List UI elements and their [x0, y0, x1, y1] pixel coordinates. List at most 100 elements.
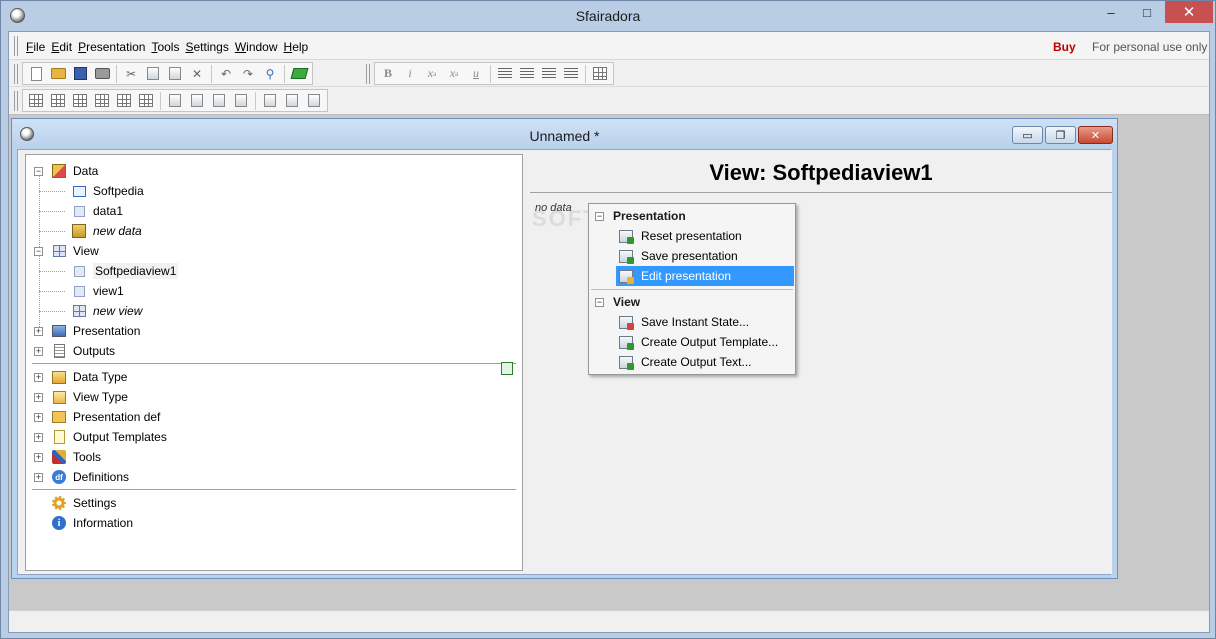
tree-item-softpedia[interactable]: Softpedia: [71, 181, 144, 201]
document-window: Unnamed * ▭ ❐ ✕ − Data Softpedia data1 n…: [11, 118, 1118, 579]
close-button[interactable]: ✕: [1165, 1, 1213, 23]
save-button[interactable]: [69, 64, 91, 84]
tree-item-definitions[interactable]: + df Definitions: [34, 467, 129, 487]
menu-settings[interactable]: Settings: [185, 40, 228, 54]
toolbar-grip[interactable]: [14, 64, 18, 84]
menu-bar: File Edit Presentation Tools Settings Wi…: [9, 32, 1209, 60]
menu-edit[interactable]: Edit: [51, 40, 72, 54]
tb2-button-1[interactable]: [25, 91, 47, 111]
tree-item-view1[interactable]: view1: [71, 281, 124, 301]
project-tree[interactable]: − Data Softpedia data1 new data − View S…: [25, 154, 523, 571]
new-view-icon: [71, 303, 87, 319]
tree-item-presentation-def[interactable]: + Presentation def: [34, 407, 160, 427]
bold-button[interactable]: B: [377, 64, 399, 84]
menu-help[interactable]: Help: [284, 40, 309, 54]
collapse-toggle[interactable]: −: [34, 246, 43, 256]
print-button[interactable]: [91, 64, 113, 84]
tb2-button-9[interactable]: [208, 91, 230, 111]
tb2-button-11[interactable]: [259, 91, 281, 111]
tb2-button-7[interactable]: [164, 91, 186, 111]
tb2-button-4[interactable]: [91, 91, 113, 111]
tb2-button-13[interactable]: [303, 91, 325, 111]
tree-item-new-data[interactable]: new data: [71, 221, 142, 241]
unlock-icon[interactable]: [501, 362, 513, 375]
tb2-button-5[interactable]: [113, 91, 135, 111]
new-button[interactable]: [25, 64, 47, 84]
expand-toggle[interactable]: +: [34, 372, 43, 382]
italic-button[interactable]: i: [399, 64, 421, 84]
collapse-toggle[interactable]: −: [34, 166, 43, 176]
menu-item-reset-presentation[interactable]: Reset presentation: [616, 226, 794, 246]
delete-button[interactable]: ✕: [186, 64, 208, 84]
expand-toggle[interactable]: +: [34, 346, 43, 356]
menu-tools[interactable]: Tools: [151, 40, 179, 54]
tb2-button-2[interactable]: [47, 91, 69, 111]
expand-toggle[interactable]: +: [34, 472, 43, 482]
tree-item-softpediaview1[interactable]: Softpediaview1: [71, 261, 179, 281]
document-restore-button[interactable]: ❐: [1045, 126, 1076, 144]
collapse-toggle[interactable]: −: [595, 297, 604, 307]
tree-item-outputs[interactable]: + Outputs: [34, 341, 115, 361]
maximize-button[interactable]: □: [1129, 1, 1165, 23]
menu-file[interactable]: File: [26, 40, 45, 54]
redo-button[interactable]: ↷: [237, 64, 259, 84]
object-icon: [286, 94, 298, 107]
tree-item-view-type[interactable]: + View Type: [34, 387, 128, 407]
tb2-button-6[interactable]: [135, 91, 157, 111]
tree-item-data1[interactable]: data1: [71, 201, 123, 221]
buy-link[interactable]: Buy: [1053, 40, 1076, 54]
justify-button[interactable]: [560, 64, 582, 84]
expand-toggle[interactable]: +: [34, 412, 43, 422]
menu-item-label: Create Output Template...: [641, 335, 779, 349]
expand-toggle[interactable]: +: [34, 392, 43, 402]
align-left-button[interactable]: [494, 64, 516, 84]
tree-item-settings[interactable]: Settings: [51, 493, 116, 513]
subscript-button[interactable]: xa: [443, 64, 465, 84]
document-minimize-button[interactable]: ▭: [1012, 126, 1043, 144]
toolbar-grip[interactable]: [366, 64, 370, 84]
menu-item-create-output-template[interactable]: Create Output Template...: [616, 332, 794, 352]
context-section-view[interactable]: − View: [595, 292, 640, 312]
expand-toggle[interactable]: +: [34, 326, 43, 336]
tb2-button-8[interactable]: [186, 91, 208, 111]
open-button[interactable]: [47, 64, 69, 84]
printer-icon: [94, 68, 110, 79]
paste-button[interactable]: [164, 64, 186, 84]
menubar-grip[interactable]: [14, 36, 18, 56]
tree-item-information[interactable]: i Information: [51, 513, 133, 533]
superscript-button[interactable]: xa: [421, 64, 443, 84]
collapse-toggle[interactable]: −: [595, 211, 604, 221]
align-center-button[interactable]: [516, 64, 538, 84]
menu-item-create-output-text[interactable]: Create Output Text...: [616, 352, 794, 372]
align-right-button[interactable]: [538, 64, 560, 84]
tree-item-presentation[interactable]: + Presentation: [34, 321, 140, 341]
copy-button[interactable]: [142, 64, 164, 84]
menu-window[interactable]: Window: [235, 40, 278, 54]
tree-item-view[interactable]: − View: [34, 241, 99, 261]
menu-item-save-instant-state[interactable]: Save Instant State...: [616, 312, 794, 332]
tree-item-new-view[interactable]: new view: [71, 301, 142, 321]
menu-item-edit-presentation[interactable]: Edit presentation: [616, 266, 794, 286]
tree-item-tools[interactable]: + Tools: [34, 447, 101, 467]
cut-button[interactable]: ✂: [120, 64, 142, 84]
tree-item-data-type[interactable]: + Data Type: [34, 367, 127, 387]
menu-presentation[interactable]: Presentation: [78, 40, 145, 54]
find-button[interactable]: ⚲: [259, 64, 281, 84]
document-close-button[interactable]: ✕: [1078, 126, 1113, 144]
toolbar-grip[interactable]: [14, 91, 18, 111]
tree-item-data[interactable]: − Data: [34, 161, 98, 181]
underline-button[interactable]: u: [465, 64, 487, 84]
menu-item-save-presentation[interactable]: Save presentation: [616, 246, 794, 266]
undo-button[interactable]: ↶: [215, 64, 237, 84]
library-button[interactable]: [288, 64, 310, 84]
tb2-button-12[interactable]: [281, 91, 303, 111]
table-button[interactable]: [589, 64, 611, 84]
context-section-presentation[interactable]: − Presentation: [595, 206, 686, 226]
expand-toggle[interactable]: +: [34, 452, 43, 462]
expand-toggle[interactable]: +: [34, 432, 43, 442]
tree-label: Outputs: [73, 344, 116, 358]
tb2-button-3[interactable]: [69, 91, 91, 111]
minimize-button[interactable]: –: [1093, 1, 1129, 23]
tree-item-output-templates[interactable]: + Output Templates: [34, 427, 167, 447]
tb2-button-10[interactable]: [230, 91, 252, 111]
